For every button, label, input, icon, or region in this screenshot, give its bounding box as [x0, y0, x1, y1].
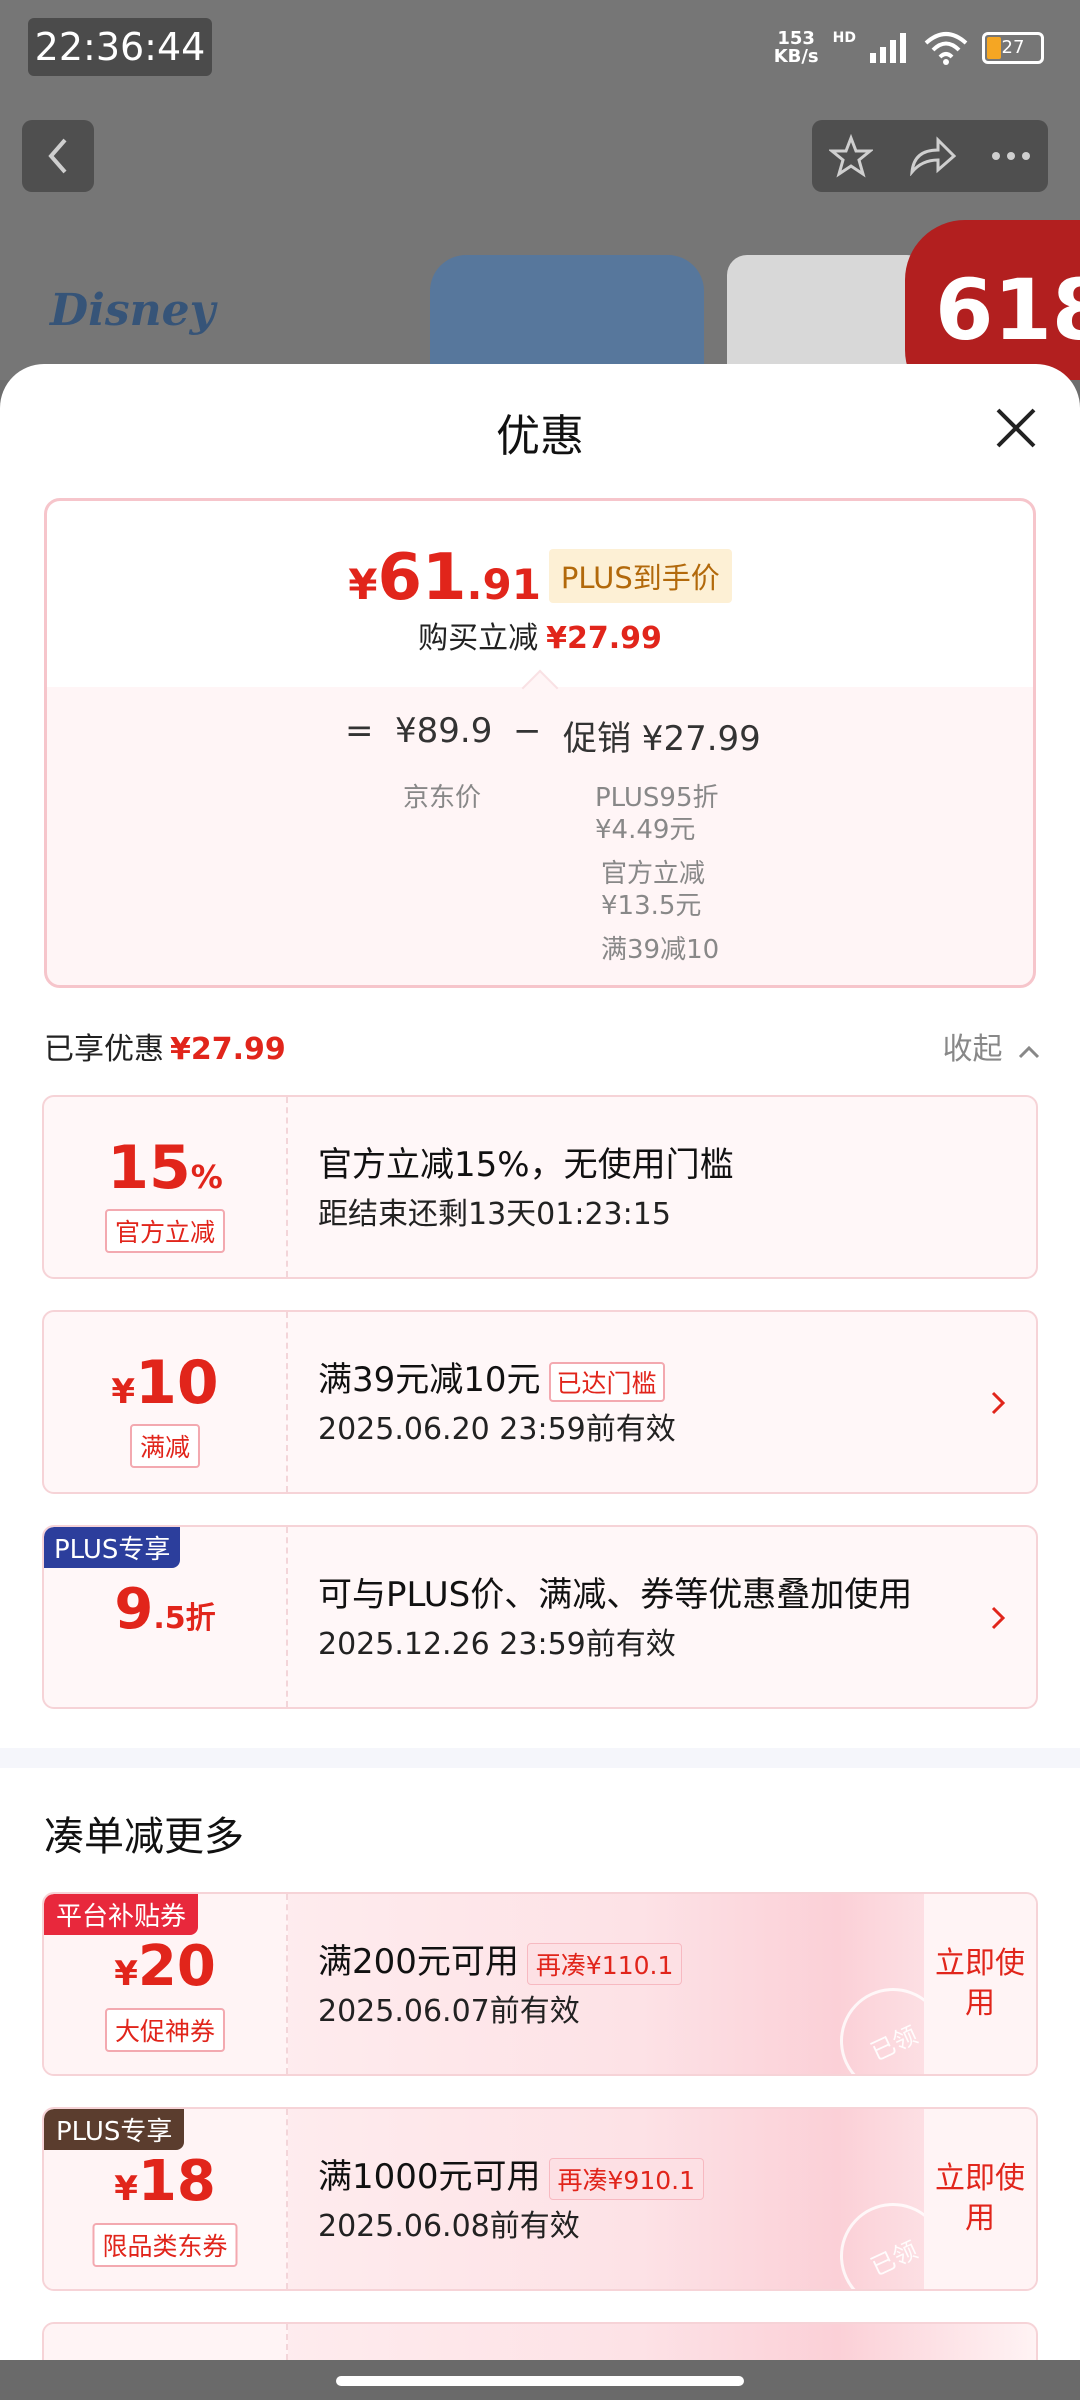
chevron-up-icon [1018, 1045, 1040, 1059]
promo-amount: 促销 ¥27.99 [563, 719, 761, 759]
coupon-kind: 满减 [129, 1424, 201, 1468]
section-divider [0, 1748, 1080, 1768]
product-thumbnail [727, 255, 927, 380]
coupon-expiry: 2025.12.26 23:59前有效 [318, 1627, 676, 1662]
coupon-title: 满39元减10元 已达门槛 [318, 1352, 665, 1402]
618-badge: 618 [905, 220, 1080, 380]
plus-exclusive-badge: PLUS专享 [44, 2109, 185, 2150]
ticket-title: 满200元可用 再凑¥110.1 [318, 1934, 683, 1985]
status-time: 22:36:44 [28, 18, 212, 76]
disney-logo: Disney [50, 285, 216, 336]
jd-price: ¥89.9 [395, 711, 493, 751]
ticket-platform-subsidy[interactable]: ¥20 大促神券 平台补贴券 满200元可用 再凑¥110.1 2025.06.0… [42, 1892, 1038, 2076]
coupon-plus-discount[interactable]: 9.5折 PLUS专享 可与PLUS价、满减、券等优惠叠加使用 2025.12.… [42, 1525, 1038, 1709]
discount-sheet: 优惠 ¥61.91 PLUS到手价 购买立减 ¥27.99 = ¥89.9 − 促销… [0, 364, 1080, 2400]
use-now-button[interactable]: 立即使用 [924, 1894, 1036, 2074]
coupon-kind: 官方立减 [104, 1209, 226, 1253]
product-image [430, 255, 704, 380]
chevron-right-icon [991, 1391, 1006, 1415]
chevron-right-icon [991, 1606, 1006, 1630]
ticket-kind: 限品类东券 [92, 2223, 238, 2267]
coupon-official-reduction[interactable]: 15% 官方立减 官方立减15%，无使用门槛 距结束还剩13天01:23:15 [42, 1095, 1038, 1279]
need-more-tag: 再凑¥910.1 [548, 2157, 705, 2200]
sheet-title: 优惠 [496, 411, 584, 462]
close-icon[interactable] [992, 404, 1040, 452]
promo-detail-value: ¥4.49元 [595, 815, 696, 845]
instant-reduction: 购买立减 ¥27.99 [418, 621, 662, 656]
final-price: ¥61.91 PLUS到手价 [47, 541, 1033, 615]
plus-exclusive-badge: PLUS专享 [44, 1527, 181, 1568]
back-arrow-icon [48, 138, 67, 174]
price-breakdown: ¥61.91 PLUS到手价 购买立减 ¥27.99 = ¥89.9 − 促销 ¥2… [44, 498, 1036, 988]
coupon-full-reduction[interactable]: ¥10 满减 满39元减10元 已达门槛 2025.06.20 23:59前有效 [42, 1310, 1038, 1494]
share-icon[interactable] [908, 136, 956, 176]
battery-icon: 27 [982, 32, 1044, 64]
threshold-reached-tag: 已达门槛 [548, 1361, 665, 1402]
platform-subsidy-badge: 平台补贴券 [44, 1894, 199, 1935]
enjoyed-discount: 已享优惠 ¥27.99 [44, 1032, 286, 1067]
plus-price-tag: PLUS到手价 [548, 549, 732, 603]
coupon-title: 可与PLUS价、满减、券等优惠叠加使用 [318, 1575, 913, 1615]
ticket-expiry: 2025.06.08前有效 [318, 2209, 580, 2244]
promo-detail-value: ¥13.5元 [601, 891, 702, 921]
ticket-expiry: 2025.06.07前有效 [318, 1994, 580, 2029]
use-now-button[interactable]: 立即使用 [924, 2109, 1036, 2289]
need-more-tag: 再凑¥110.1 [526, 1942, 683, 1985]
status-icons: 153 KB/s HD 27 [774, 30, 1044, 66]
coupon-expiry: 2025.06.20 23:59前有效 [318, 1412, 676, 1447]
coupon-countdown: 距结束还剩13天01:23:15 [318, 1197, 671, 1232]
ticket-plus-exclusive[interactable]: ¥18 限品类东券 PLUS专享 满1000元可用 再凑¥910.1 2025.0… [42, 2107, 1038, 2291]
signal-icon [870, 33, 906, 63]
hd-label: HD [832, 30, 856, 46]
product-page-background: 22:36:44 153 KB/s HD 27 Disney 618 [0, 0, 1080, 380]
back-button[interactable] [22, 120, 94, 192]
home-indicator[interactable] [336, 2376, 744, 2386]
more-icon[interactable] [991, 151, 1031, 161]
star-icon[interactable] [829, 134, 874, 178]
pointer-caret [521, 669, 559, 707]
ticket-title: 满1000元可用 再凑¥910.1 [318, 2149, 705, 2200]
wifi-icon [924, 32, 968, 65]
promo-detail-label: 满39减10 [601, 935, 720, 965]
jd-price-label: 京东价 [403, 783, 482, 813]
ticket-kind: 大促神券 [104, 2008, 226, 2052]
coupon-title: 官方立减15%，无使用门槛 [318, 1145, 734, 1185]
collapse-button[interactable]: 收起 [942, 1024, 1040, 1068]
section-title: 凑单减更多 [44, 1814, 244, 1860]
top-action-group [812, 120, 1048, 192]
network-speed: 153 KB/s [773, 28, 819, 67]
